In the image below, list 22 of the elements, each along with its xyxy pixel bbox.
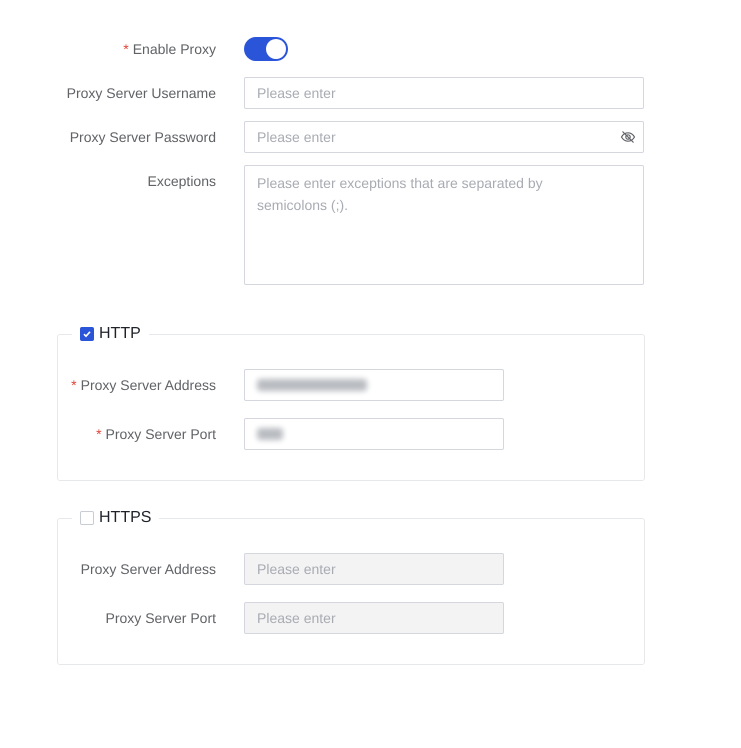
toggle-switch[interactable] [244,37,288,61]
field-label: Proxy Server Username [66,85,216,101]
field-label: Proxy Server Address [80,377,216,393]
field-label: Enable Proxy [132,41,216,57]
username-field[interactable]: Please enter [244,77,644,109]
password-field[interactable]: Please enter [244,121,644,153]
section-title: HTTPS [99,509,152,527]
eye-slash-icon[interactable] [620,129,636,145]
section-title: HTTP [99,325,141,343]
input-field[interactable] [244,369,504,401]
field-label: Proxy Server Address [80,561,216,577]
check-icon [82,329,92,339]
field-label: Proxy Server Port [106,426,216,442]
exceptions-field[interactable]: Please enter exceptions that are separated by semicolons (;). [244,165,644,285]
input-field[interactable] [244,418,504,450]
field-label: Proxy Server Port [106,610,216,626]
required-mark: * [96,426,102,442]
field-label: Exceptions [148,173,216,189]
field-label: Proxy Server Password [70,129,216,145]
checkbox[interactable] [80,327,94,341]
required-mark: * [123,41,129,57]
required-mark: * [71,377,77,393]
